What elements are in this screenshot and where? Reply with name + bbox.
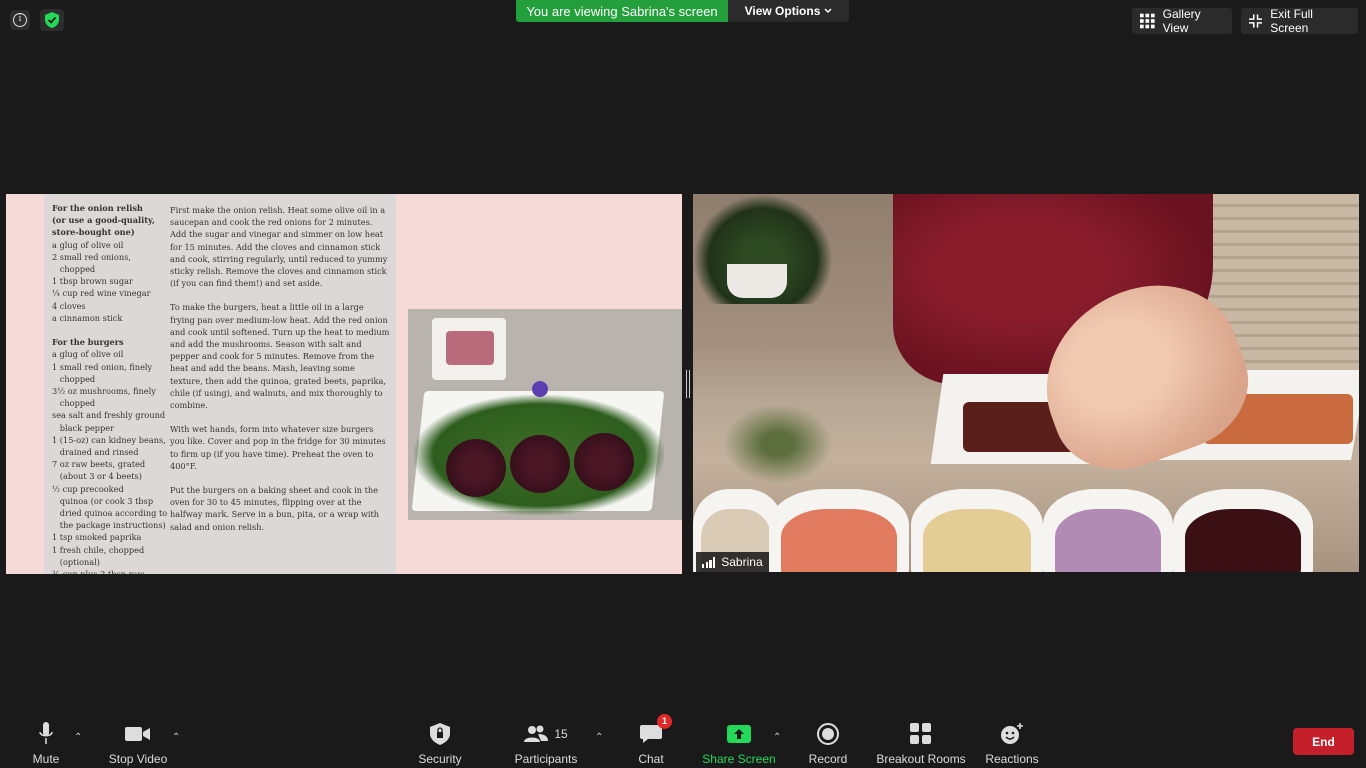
ingredient-line: ½ cup precooked: [52, 483, 124, 494]
participant-count: 15: [554, 727, 568, 741]
record-label: Record: [808, 752, 848, 766]
ingredient-line: 1 (15-oz) can kidney beans,: [52, 434, 166, 445]
stop-video-button[interactable]: Stop Video: [104, 710, 172, 768]
view-options-label: View Options: [744, 4, 821, 18]
participants-icon: [524, 725, 549, 742]
ingredient-line: (about 3 or 4 beets): [52, 471, 142, 482]
ingredient-line: 4 cloves: [52, 300, 86, 311]
exit-full-screen-label: Exit Full Screen: [1270, 7, 1313, 35]
participant-name-tag: Sabrina: [696, 552, 769, 572]
grid-icon: [1140, 13, 1155, 29]
security-button[interactable]: Security: [414, 710, 466, 768]
chevron-down-icon: [824, 8, 832, 14]
security-shield-icon: [430, 723, 450, 745]
ingredient-line: a cinnamon stick: [52, 312, 123, 323]
ingredient-line: sea salt and freshly ground: [52, 410, 166, 421]
recipe-directions: First make the onion relish. Heat some o…: [170, 204, 390, 545]
mute-options-caret[interactable]: ⌃: [74, 732, 82, 743]
ingredient-line: [52, 324, 164, 336]
info-icon[interactable]: i: [10, 10, 30, 30]
breakout-rooms-label: Breakout Rooms: [876, 752, 966, 766]
meeting-toolbar: Mute ⌃ Stop Video ⌃ Security 15 Particip…: [0, 710, 1366, 768]
participants-options-caret[interactable]: ⌃: [595, 732, 603, 743]
ingredient-line: For the onion relish: [52, 203, 143, 213]
ingredient-line: dried quinoa according to: [52, 508, 168, 519]
record-button[interactable]: Record: [806, 710, 850, 768]
breakout-rooms-button[interactable]: Breakout Rooms: [876, 710, 966, 768]
ingredient-line: drained and rinsed: [52, 447, 139, 458]
chat-button[interactable]: 1 Chat: [630, 710, 672, 768]
viewing-banner: You are viewing Sabrina's screen: [516, 0, 728, 22]
participants-label: Participants: [514, 752, 578, 766]
direction-paragraph: With wet hands, form into whatever size …: [170, 424, 386, 471]
ingredient-line: 7 oz raw beets, grated: [52, 459, 146, 470]
ingredients-list: For the onion relish (or use a good-quali…: [52, 202, 168, 574]
ingredient-line: For the burgers: [52, 337, 124, 348]
veggie-burger-photo: [408, 309, 682, 520]
share-screen-icon: [727, 725, 751, 743]
share-options-caret[interactable]: ⌃: [773, 732, 781, 743]
chat-unread-badge: 1: [657, 714, 672, 729]
microphone-icon: [39, 722, 53, 744]
panel-splitter-handle[interactable]: [686, 370, 690, 398]
ingredient-line: 2 small red onions,: [52, 251, 131, 262]
signal-strength-icon: [702, 556, 716, 568]
ingredient-line: a glug of olive oil: [52, 349, 124, 360]
ingredient-line: (optional): [52, 556, 100, 567]
ingredient-line: 1 small red onion, finely: [52, 361, 153, 372]
video-options-caret[interactable]: ⌃: [172, 732, 180, 743]
ingredient-line: a glug of olive oil: [52, 239, 124, 250]
ingredient-line: chopped: [52, 264, 96, 275]
security-label: Security: [418, 752, 462, 766]
video-camera-icon: [125, 727, 150, 741]
share-screen-button[interactable]: Share Screen: [702, 710, 776, 768]
ingredient-line: 1 fresh chile, chopped: [52, 544, 145, 555]
exit-full-screen-button[interactable]: Exit Full Screen: [1241, 7, 1358, 35]
shield-check-icon[interactable]: [40, 9, 64, 31]
stop-video-label: Stop Video: [108, 752, 168, 766]
view-options-button[interactable]: View Options: [728, 0, 849, 22]
ingredient-line: chopped: [52, 373, 96, 384]
share-screen-label: Share Screen: [702, 752, 776, 766]
ingredient-line: 1 tbsp brown sugar: [52, 276, 133, 287]
reactions-button[interactable]: Reactions: [984, 710, 1040, 768]
ingredient-line: the package instructions): [52, 520, 166, 531]
direction-paragraph: First make the onion relish. Heat some o…: [170, 205, 388, 289]
shared-screen-view: For the onion relish (or use a good-quali…: [6, 194, 682, 574]
breakout-rooms-icon: [910, 723, 931, 744]
reactions-icon: [1001, 723, 1023, 744]
gallery-view-button[interactable]: Gallery View: [1132, 7, 1232, 35]
mute-label: Mute: [32, 752, 60, 766]
ingredient-line: ¾ cup plus 2 tbsp raw: [52, 568, 164, 574]
ingredient-line: (or use a good-quality,: [52, 215, 155, 226]
ingredient-line: black pepper: [52, 422, 115, 433]
participant-video: [693, 194, 1359, 572]
ingredient-line: 1 tsp smoked paprika: [52, 532, 142, 543]
end-meeting-button[interactable]: End: [1293, 728, 1354, 755]
reactions-label: Reactions: [985, 752, 1039, 766]
recipe-page: For the onion relish (or use a good-quali…: [44, 194, 396, 574]
ingredient-line: store-bought one): [52, 227, 135, 238]
ingredient-line: chopped: [52, 398, 96, 409]
direction-paragraph: To make the burgers, heat a little oil i…: [170, 302, 390, 411]
chat-label: Chat: [638, 752, 664, 766]
ingredient-line: 3½ oz mushrooms, finely: [52, 386, 156, 397]
exit-fullscreen-icon: [1249, 14, 1263, 28]
participant-name: Sabrina: [721, 555, 763, 569]
direction-paragraph: Put the burgers on a baking sheet and co…: [170, 485, 380, 532]
record-icon: [817, 723, 839, 745]
ingredient-line: quinoa (or cook 3 tbsp: [52, 495, 154, 506]
mute-button[interactable]: Mute: [26, 710, 66, 768]
ingredient-line: ¼ cup red wine vinegar: [52, 288, 151, 299]
gallery-view-label: Gallery View: [1162, 7, 1201, 35]
participants-button[interactable]: 15 Participants: [512, 710, 580, 768]
